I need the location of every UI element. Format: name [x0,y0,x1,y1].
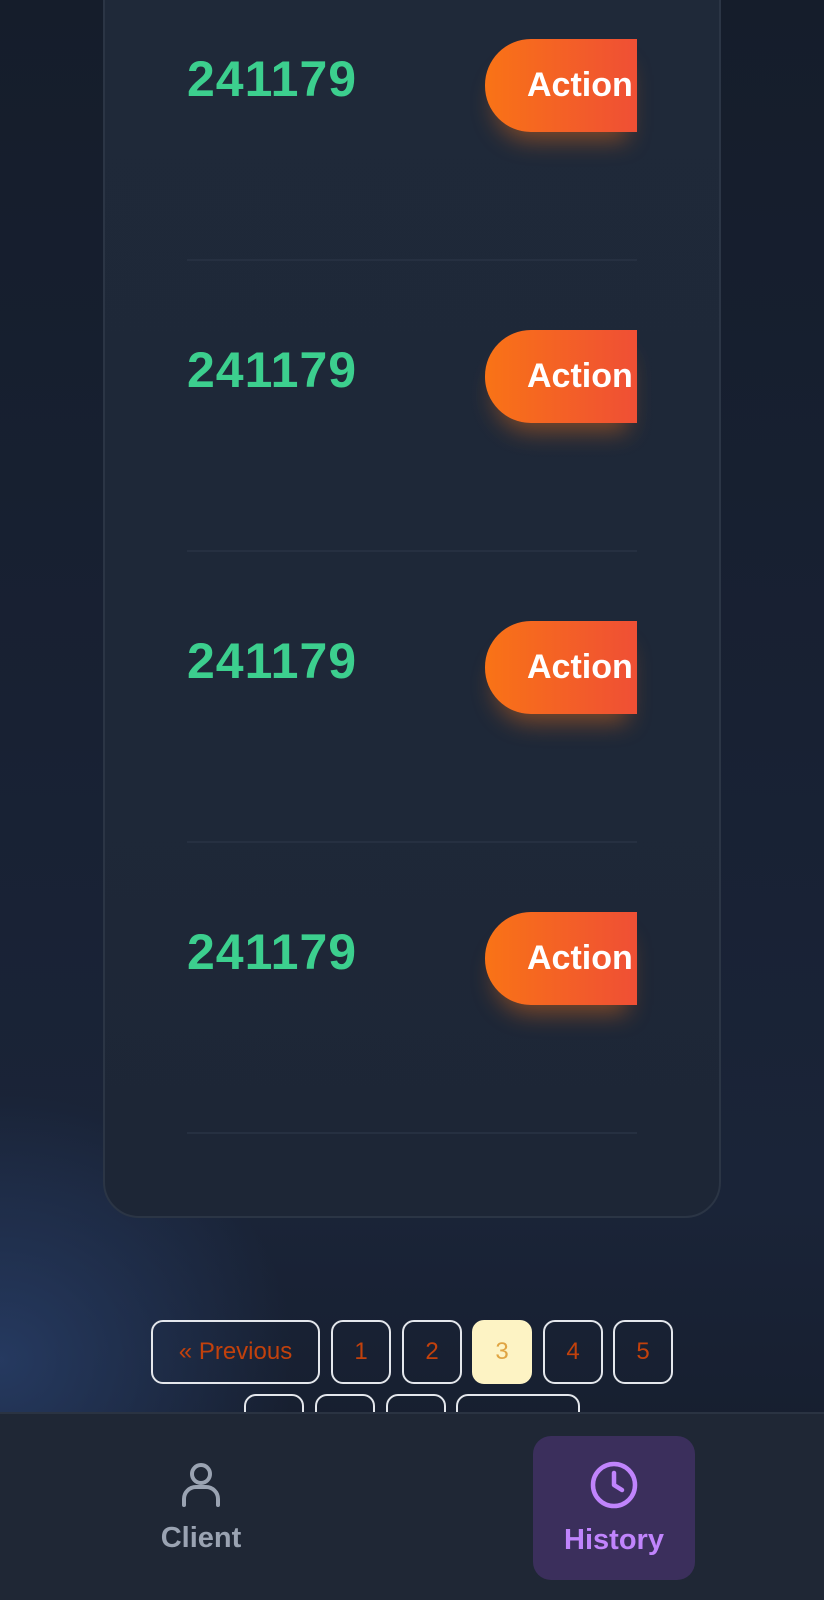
nav-client[interactable]: Client [120,1436,282,1580]
list-item: 241179 Action [187,552,637,843]
item-value: 241179 [187,342,358,398]
bottom-nav: Client History [0,1412,824,1600]
item-value: 241179 [187,633,358,689]
nav-client-label: Client [160,1522,242,1554]
action-button[interactable]: Action [485,39,637,132]
page-1-button[interactable]: 1 [331,1320,391,1384]
previous-page-button[interactable]: « Previous [151,1320,320,1384]
list-item: 241179 Action [187,843,637,1134]
nav-history[interactable]: History [533,1436,695,1580]
page-3-button[interactable]: 3 [472,1320,532,1384]
list-item: 241179 Action [187,0,637,261]
page-2-button[interactable]: 2 [402,1320,462,1384]
item-value: 241179 [187,51,358,107]
nav-history-label: History [564,1524,664,1556]
clock-icon [588,1459,640,1516]
action-button[interactable]: Action [485,912,637,1005]
action-button[interactable]: Action [485,330,637,423]
action-button[interactable]: Action [485,621,637,714]
page-4-button[interactable]: 4 [543,1320,603,1384]
list-item: 241179 Action [187,261,637,552]
user-icon [179,1461,223,1514]
page-5-button[interactable]: 5 [613,1320,673,1384]
item-value: 241179 [187,924,358,980]
